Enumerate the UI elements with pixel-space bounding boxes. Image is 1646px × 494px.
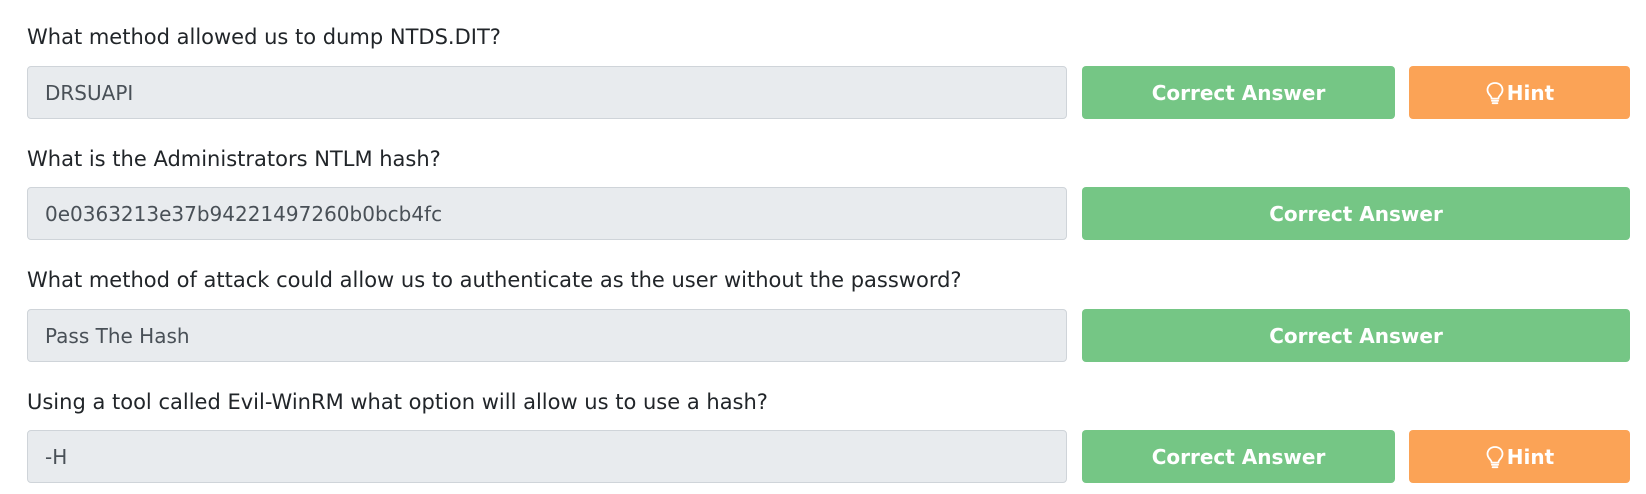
answer-field[interactable] (27, 430, 1067, 483)
lightbulb-icon (1486, 81, 1504, 104)
hint-label: Hint (1506, 444, 1555, 469)
answer-field[interactable] (27, 309, 1067, 362)
lightbulb-icon (1486, 445, 1504, 468)
question-text: Using a tool called Evil-WinRM what opti… (27, 390, 768, 414)
hint-label: Hint (1506, 80, 1555, 105)
correct-answer-button[interactable]: Correct Answer (1082, 309, 1630, 362)
correct-answer-button[interactable]: Correct Answer (1082, 430, 1395, 483)
correct-answer-label: Correct Answer (1151, 80, 1326, 105)
answer-field[interactable] (27, 187, 1067, 240)
question-text: What method allowed us to dump NTDS.DIT? (27, 25, 501, 49)
correct-answer-label: Correct Answer (1269, 201, 1443, 226)
question-text: What method of attack could allow us to … (27, 268, 962, 292)
correct-answer-label: Correct Answer (1269, 323, 1443, 348)
correct-answer-button[interactable]: Correct Answer (1082, 187, 1630, 240)
hint-button[interactable]: Hint (1409, 66, 1630, 119)
hint-button[interactable]: Hint (1409, 430, 1630, 483)
question-text: What is the Administrators NTLM hash? (27, 147, 441, 171)
correct-answer-label: Correct Answer (1151, 444, 1326, 469)
correct-answer-button[interactable]: Correct Answer (1082, 66, 1395, 119)
question-list: What method allowed us to dump NTDS.DIT?… (0, 0, 1646, 494)
answer-field[interactable] (27, 66, 1067, 119)
